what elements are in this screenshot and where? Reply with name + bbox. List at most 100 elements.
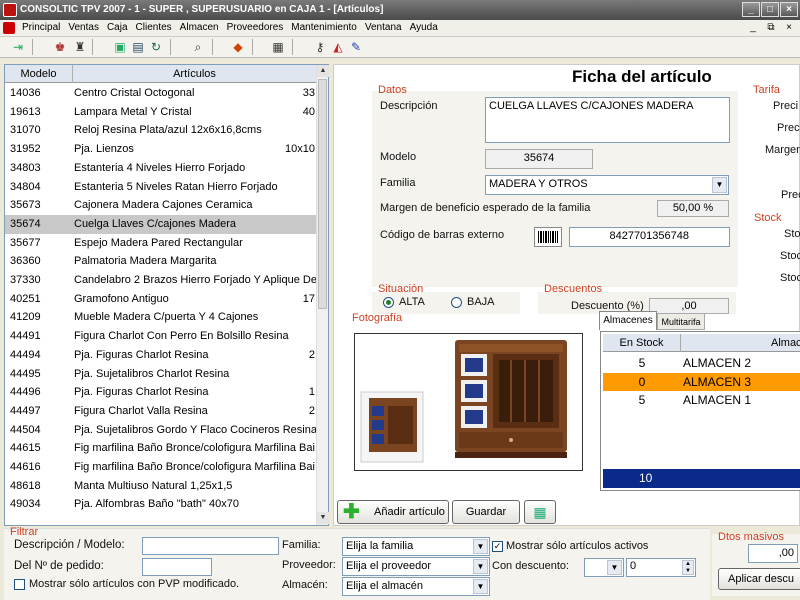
extra-cell: 2 bbox=[308, 404, 315, 417]
table-row[interactable]: 44504 Pja. Sujetalibros Gordo Y Flaco Coc… bbox=[5, 421, 317, 440]
almacen-row[interactable]: 0 ALMACEN 3 bbox=[603, 372, 800, 391]
register-icon[interactable]: ▣ bbox=[112, 39, 128, 55]
table-row[interactable]: 14036 Centro Cristal Octogonal 33 bbox=[5, 84, 317, 103]
scroll-down-arrow[interactable]: ▼ bbox=[317, 512, 329, 524]
menu-mantenimiento[interactable]: Mantenimiento bbox=[287, 20, 361, 36]
mdi-minimize-button[interactable]: _ bbox=[746, 21, 760, 35]
table-row[interactable]: 36360 Palmatoria Madera Margarita bbox=[5, 252, 317, 271]
chevron-down-icon[interactable]: ▼ bbox=[473, 539, 488, 554]
table-row[interactable]: 34803 Estanteria 4 Niveles Hierro Forjado bbox=[5, 159, 317, 178]
proveedor-filter-select[interactable]: Elija el proveedor ▼ bbox=[342, 557, 490, 576]
barcode-field[interactable]: 8427701356748 bbox=[569, 227, 730, 247]
system-menu-icon[interactable] bbox=[3, 22, 15, 34]
apply-discount-button[interactable]: Aplicar descu bbox=[718, 568, 800, 590]
articulo-cell: Espejo Madera Pared Rectangular bbox=[74, 236, 243, 249]
exit-icon[interactable]: ⇥ bbox=[10, 39, 26, 55]
chevron-down-icon[interactable]: ▼ bbox=[607, 560, 622, 575]
column-header-almacen[interactable]: Almac bbox=[771, 334, 800, 352]
table-row[interactable]: 35677 Espejo Madera Pared Rectangular bbox=[5, 234, 317, 253]
alta-radio[interactable] bbox=[383, 297, 394, 308]
extra-cell: 10x10 bbox=[285, 143, 315, 156]
scroll-up-arrow[interactable]: ▲ bbox=[317, 65, 329, 77]
tab-almacenes[interactable]: Almacenes bbox=[599, 311, 657, 330]
table-row[interactable]: 40251 Gramofono Antiguo 17 bbox=[5, 290, 317, 309]
edit-icon[interactable]: ✎ bbox=[348, 39, 364, 55]
almacen-filter-select[interactable]: Elija el almacén ▼ bbox=[342, 577, 490, 596]
almacenes-grid[interactable]: En Stock Almac 5 ALMACEN 2 0 ALMACEN 3 5 ALMA… bbox=[600, 331, 800, 491]
table-row[interactable]: 44497 Figura Charlot Valla Resina 2 bbox=[5, 402, 317, 421]
table-row[interactable]: 44615 Fig marfilina Baño Bronce/colofigur… bbox=[5, 439, 317, 458]
add-article-button[interactable]: ✚ Añadir artículo bbox=[337, 500, 449, 524]
familia-select[interactable]: MADERA Y OTROS ▼ bbox=[485, 175, 729, 195]
table-row[interactable]: 44494 Pja. Figuras Charlot Resina 2 bbox=[5, 346, 317, 365]
menu-clientes[interactable]: Clientes bbox=[132, 20, 176, 36]
barcode-icon[interactable] bbox=[534, 227, 562, 247]
table-row[interactable]: 48618 Manta Multiuso Natural 1,25x1,5 bbox=[5, 477, 317, 496]
cash-icon[interactable]: ▤ bbox=[130, 39, 146, 55]
table-row[interactable]: 19613 Lampara Metal Y Cristal 40 bbox=[5, 103, 317, 122]
table-row[interactable]: 49034 Pja. Alfombras Baño "bath" 40x70 bbox=[5, 495, 317, 514]
key-icon[interactable]: ⚷ bbox=[312, 39, 328, 55]
pedido-input[interactable] bbox=[142, 558, 212, 576]
almacen-row[interactable]: 5 ALMACEN 2 bbox=[603, 354, 800, 372]
tab-multitarifa[interactable]: Multitarifa bbox=[657, 313, 705, 330]
shirt-icon[interactable]: ♜ bbox=[72, 39, 88, 55]
menu-ventas[interactable]: Ventas bbox=[64, 20, 103, 36]
chevron-down-icon[interactable]: ▼ bbox=[473, 579, 488, 594]
chevron-down-icon[interactable]: ▼ bbox=[473, 559, 488, 574]
chart-icon[interactable]: ◆ bbox=[230, 39, 246, 55]
mdi-restore-button[interactable]: ⧉ bbox=[764, 21, 778, 35]
familia-filter-select[interactable]: Elija la familia ▼ bbox=[342, 537, 490, 556]
building-icon[interactable]: ▦ bbox=[270, 39, 286, 55]
descripcion-label: Descripción bbox=[380, 100, 438, 112]
spinner-arrows-icon[interactable]: ▲ ▼ bbox=[682, 560, 694, 575]
column-header-en-stock[interactable]: En Stock bbox=[603, 334, 681, 352]
table-row[interactable]: 44616 Fig marfilina Baño Bronce/colofigur… bbox=[5, 458, 317, 477]
table-row[interactable]: 35673 Cajonera Madera Cajones Ceramica bbox=[5, 196, 317, 215]
save-button[interactable]: Guardar bbox=[452, 500, 520, 524]
baja-label[interactable]: BAJA bbox=[467, 296, 495, 308]
users-icon[interactable]: ♚ bbox=[52, 39, 68, 55]
chevron-down-icon[interactable]: ▼ bbox=[712, 177, 727, 193]
descuento-value-spinner[interactable]: 0 ▲ ▼ bbox=[626, 558, 696, 577]
table-row[interactable]: 31952 Pja. Lienzos 10x10 bbox=[5, 140, 317, 159]
shapes-icon[interactable]: ◭ bbox=[330, 39, 346, 55]
maximize-button[interactable]: □ bbox=[761, 2, 779, 17]
money-icon[interactable]: ▦ bbox=[524, 500, 556, 524]
almacen-row[interactable]: 5 ALMACEN 1 bbox=[603, 391, 800, 409]
dtos-masivos-input[interactable]: ,00 bbox=[748, 544, 798, 563]
menu-principal[interactable]: Principal bbox=[18, 20, 64, 36]
baja-radio[interactable] bbox=[451, 297, 462, 308]
table-row[interactable]: 34804 Estanteria 5 Niveles Ratan Hierro F… bbox=[5, 178, 317, 197]
articles-list[interactable]: Modelo Artículos 14036 Centro Cristal Oct… bbox=[4, 64, 329, 526]
menu-ventana[interactable]: Ventana bbox=[361, 20, 406, 36]
table-row[interactable]: 31070 Reloj Resina Plata/azul 12x6x16,8cm… bbox=[5, 121, 317, 140]
pvp-modificado-checkbox[interactable] bbox=[14, 579, 25, 590]
mdi-close-button[interactable]: × bbox=[782, 21, 796, 35]
menu-ayuda[interactable]: Ayuda bbox=[406, 20, 442, 36]
alta-label[interactable]: ALTA bbox=[399, 296, 425, 308]
column-header-modelo[interactable]: Modelo bbox=[5, 65, 73, 83]
menu-caja[interactable]: Caja bbox=[103, 20, 132, 36]
descripcion-modelo-input[interactable] bbox=[142, 537, 279, 555]
menu-proveedores[interactable]: Proveedores bbox=[223, 20, 288, 36]
articulo-cell: Estanteria 5 Niveles Ratan Hierro Forjad… bbox=[74, 180, 278, 193]
table-row[interactable]: 35674 Cuelga Llaves C/cajones Madera bbox=[5, 214, 317, 234]
scroll-thumb[interactable] bbox=[318, 79, 327, 309]
table-row[interactable]: 44495 Pja. Sujetalibros Charlot Resina bbox=[5, 365, 317, 384]
refresh-icon[interactable]: ↻ bbox=[148, 39, 164, 55]
descripcion-field[interactable]: CUELGA LLAVES C/CAJONES MADERA bbox=[485, 97, 730, 143]
column-header-articulos[interactable]: Artículos bbox=[73, 65, 317, 83]
table-row[interactable]: 44496 Pja. Figuras Charlot Resina 1 bbox=[5, 383, 317, 402]
table-row[interactable]: 44491 Figura Charlot Con Perro En Bolsill… bbox=[5, 327, 317, 346]
table-row[interactable]: 41209 Mueble Madera C/puerta Y 4 Cajones bbox=[5, 308, 317, 327]
table-row[interactable]: 37330 Candelabro 2 Brazos Hierro Forjado … bbox=[5, 271, 317, 290]
descuento-field[interactable]: ,00 bbox=[649, 298, 729, 314]
close-button[interactable]: × bbox=[780, 2, 798, 17]
menu-almacen[interactable]: Almacen bbox=[176, 20, 223, 36]
activos-checkbox[interactable]: ✓ bbox=[492, 541, 503, 552]
minimize-button[interactable]: _ bbox=[742, 2, 760, 17]
descuento-operator-select[interactable]: ▼ bbox=[584, 558, 624, 577]
search-icon[interactable]: ⌕ bbox=[190, 39, 206, 55]
list-scrollbar[interactable]: ▲ ▼ bbox=[316, 65, 329, 525]
